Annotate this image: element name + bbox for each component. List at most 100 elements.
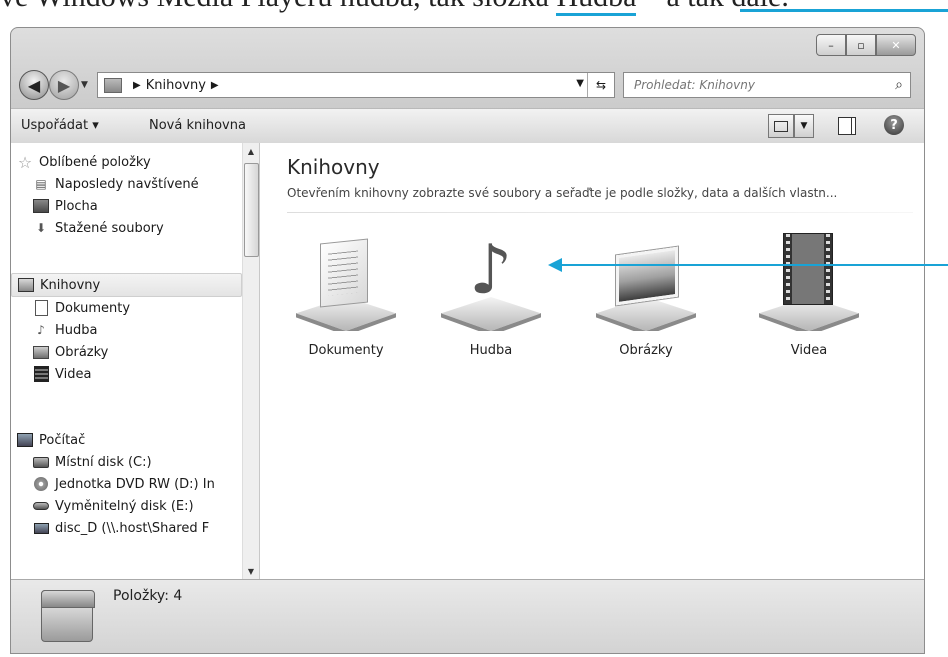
computer-icon <box>17 432 33 448</box>
pictures-icon <box>33 344 49 360</box>
caption-highlight: Hudba <box>556 0 637 16</box>
libraries-icon <box>18 277 34 293</box>
library-label: Obrázky <box>619 343 673 358</box>
computer-group: Počítač Místní disk (C:) Jednotka DVD RW… <box>11 429 242 539</box>
forward-button[interactable]: ▶ <box>49 70 79 100</box>
library-tile-videos[interactable]: Videa <box>749 231 869 363</box>
breadcrumb-chevron-icon[interactable]: ▶ <box>211 80 219 91</box>
sidebar-item-favorites[interactable]: ☆ Oblíbené položky <box>11 151 242 173</box>
sidebar-item-documents[interactable]: Dokumenty <box>11 297 242 319</box>
favorites-group: ☆ Oblíbené položky ▤ Naposledy navštíven… <box>11 151 242 239</box>
change-view-button[interactable] <box>768 114 794 138</box>
sidebar-item-dvd-drive[interactable]: Jednotka DVD RW (D:) In <box>11 473 242 495</box>
documents-icon <box>33 300 49 316</box>
sidebar-item-label: Jednotka DVD RW (D:) In <box>55 476 215 492</box>
pictures-library-icon <box>616 246 678 306</box>
preview-pane-button[interactable] <box>838 117 856 135</box>
removable-disk-icon <box>33 498 49 514</box>
content-pane: Knihovny Otevřením knihovny zobrazte své… <box>260 143 924 579</box>
library-label: Dokumenty <box>308 343 384 358</box>
breadcrumb-libraries[interactable]: Knihovny <box>146 78 206 93</box>
recent-places-icon: ▤ <box>35 177 47 191</box>
close-button[interactable]: ✕ <box>876 34 916 56</box>
music-icon: ♪ <box>37 323 45 337</box>
view-options-dropdown[interactable]: ▼ <box>794 114 814 138</box>
address-row: ◀ ▶ ▼ ▶ Knihovny ▶ ▼ ⇆ ⌕ <box>11 68 924 108</box>
sidebar-scrollbar[interactable]: ▲ ▼ <box>242 143 259 579</box>
network-drive-icon <box>33 520 49 536</box>
libraries-icon <box>104 77 122 93</box>
library-tile-pictures[interactable]: Obrázky <box>586 231 706 363</box>
sidebar-item-network-drive[interactable]: disc_D (\\.host\Shared F <box>11 517 242 539</box>
scroll-thumb[interactable] <box>244 163 259 257</box>
search-input[interactable] <box>632 77 888 93</box>
star-icon: ☆ <box>17 152 33 172</box>
sidebar-item-local-disk[interactable]: Místní disk (C:) <box>11 451 242 473</box>
sidebar-item-music[interactable]: ♪ Hudba <box>11 319 242 341</box>
back-arrow-icon: ◀ <box>27 75 41 95</box>
sidebar-item-libraries[interactable]: Knihovny <box>11 273 242 297</box>
sidebar-item-label: Knihovny <box>40 277 101 293</box>
help-button[interactable]: ? <box>884 115 904 135</box>
sidebar-item-removable-disk[interactable]: Vyměnitelný disk (E:) <box>11 495 242 517</box>
window-controls: – ▫ ✕ <box>816 34 916 56</box>
sidebar-item-computer[interactable]: Počítač <box>11 429 242 451</box>
sidebar-item-label: Dokumenty <box>55 300 131 316</box>
sidebar-item-desktop[interactable]: Plocha <box>11 195 242 217</box>
callout-arrow-icon <box>548 258 562 272</box>
library-tile-documents[interactable]: Dokumenty <box>286 231 406 363</box>
caption-underline <box>740 9 948 12</box>
dvd-drive-icon <box>33 476 49 492</box>
sidebar-item-label: Naposledy navštívené <box>55 176 199 192</box>
sidebar-item-label: Oblíbené položky <box>39 154 151 170</box>
command-bar: Uspořádat ▾ Nová knihovna ▼ ? <box>11 108 924 144</box>
sidebar-item-label: Hudba <box>55 322 98 338</box>
music-library-icon: ♪ <box>469 231 513 310</box>
sidebar-item-label: Počítač <box>39 432 86 448</box>
videos-library-icon <box>783 233 833 305</box>
sidebar-item-label: Obrázky <box>55 344 109 360</box>
sidebar-item-downloads[interactable]: ⬇ Stažené soubory <box>11 217 242 239</box>
page-description: Otevřením knihovny zobrazte své soubory … <box>287 186 838 200</box>
forward-arrow-icon: ▶ <box>57 75 71 95</box>
local-disk-icon <box>33 454 49 470</box>
sidebar-item-label: Místní disk (C:) <box>55 454 152 470</box>
items-count: Položky: 4 <box>113 588 183 604</box>
scroll-up-icon[interactable]: ▲ <box>243 143 259 159</box>
sidebar-item-label: Plocha <box>55 198 98 214</box>
library-label: Hudba <box>469 343 513 358</box>
recent-pages-dropdown[interactable]: ▼ <box>81 80 88 90</box>
search-box[interactable]: ⌕ <box>623 72 911 98</box>
search-icon[interactable]: ⌕ <box>888 77 910 93</box>
breadcrumb-chevron-icon[interactable]: ▶ <box>133 80 141 91</box>
minimize-button[interactable]: – <box>816 34 846 56</box>
header-divider <box>287 212 913 213</box>
sidebar-item-label: disc_D (\\.host\Shared F <box>55 520 210 536</box>
sidebar-item-recent-places[interactable]: ▤ Naposledy navštívené <box>11 173 242 195</box>
new-library-button[interactable]: Nová knihovna <box>149 118 246 133</box>
documents-library-icon <box>320 238 368 308</box>
caption-before: ve Windows Media Playeru hudba, tak slož… <box>0 0 556 13</box>
sidebar-item-pictures[interactable]: Obrázky <box>11 341 242 363</box>
libraries-folder-icon <box>41 590 95 642</box>
desktop-icon <box>33 198 49 214</box>
maximize-button[interactable]: ▫ <box>846 34 876 56</box>
library-label: Videa <box>790 343 828 358</box>
library-tile-music[interactable]: ♪ Hudba <box>431 231 551 363</box>
videos-icon <box>33 366 49 382</box>
details-pane: Položky: 4 <box>11 579 924 653</box>
refresh-button[interactable]: ⇆ <box>587 73 614 97</box>
sidebar-item-videos[interactable]: Videa <box>11 363 242 385</box>
callout-arrow-line <box>558 264 948 266</box>
sidebar-item-label: Stažené soubory <box>55 220 164 236</box>
page-title: Knihovny <box>287 155 380 179</box>
explorer-window: – ▫ ✕ ◀ ▶ ▼ ▶ Knihovny ▶ ▼ ⇆ ⌕ Uspořádat… <box>10 27 925 654</box>
libraries-group: Knihovny Dokumenty ♪ Hudba Obrázky Videa <box>11 273 242 385</box>
downloads-icon: ⬇ <box>35 221 47 235</box>
scroll-down-icon[interactable]: ▼ <box>243 563 259 579</box>
address-dropdown-icon[interactable]: ▼ <box>576 78 584 89</box>
organize-menu[interactable]: Uspořádat ▾ <box>21 118 99 133</box>
address-bar[interactable]: ▶ Knihovny ▶ ▼ ⇆ <box>97 72 615 98</box>
view-icon <box>774 120 788 132</box>
back-button[interactable]: ◀ <box>19 70 49 100</box>
